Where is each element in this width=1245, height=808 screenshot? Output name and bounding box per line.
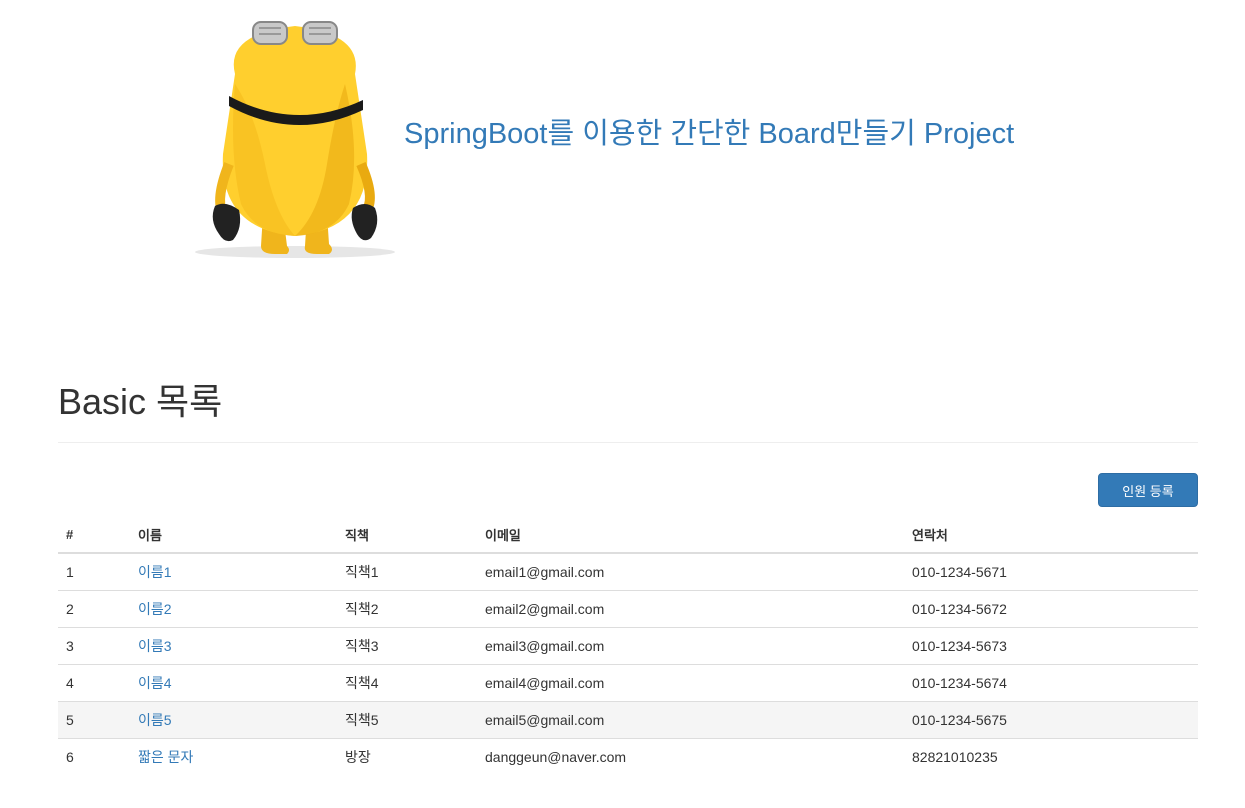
site-header: SpringBoot를 이용한 간단한 Board만들기 Project bbox=[195, 14, 1095, 259]
table-row: 1 이름1 직책1 email1@gmail.com 010-1234-5671 bbox=[58, 552, 1198, 591]
cell-position: 직책2 bbox=[337, 590, 477, 628]
cell-number: 1 bbox=[58, 552, 130, 591]
column-header-email: 이메일 bbox=[477, 516, 904, 554]
table-header-row: # 이름 직책 이메일 연락처 bbox=[58, 516, 1198, 554]
cell-position: 직책4 bbox=[337, 664, 477, 702]
member-table: # 이름 직책 이메일 연락처 1 이름1 직책1 email1@gmail.c… bbox=[58, 516, 1198, 775]
site-title: SpringBoot를 이용한 간단한 Board만들기 Project bbox=[404, 118, 1015, 150]
column-header-phone: 연락처 bbox=[904, 516, 1198, 554]
cell-phone: 010-1234-5671 bbox=[904, 552, 1198, 591]
cell-position: 직책1 bbox=[337, 552, 477, 591]
cell-position: 직책5 bbox=[337, 701, 477, 739]
cell-number: 5 bbox=[58, 701, 130, 739]
member-name-link[interactable]: 이름2 bbox=[138, 601, 172, 617]
cell-phone: 010-1234-5673 bbox=[904, 627, 1198, 665]
cell-position: 방장 bbox=[337, 738, 477, 775]
cell-email: email3@gmail.com bbox=[477, 627, 904, 665]
cell-number: 4 bbox=[58, 664, 130, 702]
register-member-button[interactable]: 인원 등록 bbox=[1098, 473, 1198, 507]
table-row: 6 짧은 문자 방장 danggeun@naver.com 8282101023… bbox=[58, 738, 1198, 775]
cell-email: email4@gmail.com bbox=[477, 664, 904, 702]
member-name-link[interactable]: 이름1 bbox=[138, 564, 172, 580]
cell-phone: 010-1234-5675 bbox=[904, 701, 1198, 739]
page-title: Basic 목록 bbox=[58, 381, 223, 422]
cell-email: email5@gmail.com bbox=[477, 701, 904, 739]
cell-phone: 82821010235 bbox=[904, 738, 1198, 775]
cell-number: 3 bbox=[58, 627, 130, 665]
cell-phone: 010-1234-5674 bbox=[904, 664, 1198, 702]
cell-number: 6 bbox=[58, 738, 130, 775]
table-row: 2 이름2 직책2 email2@gmail.com 010-1234-5672 bbox=[58, 590, 1198, 628]
member-name-link[interactable]: 이름3 bbox=[138, 638, 172, 654]
column-header-position: 직책 bbox=[337, 516, 477, 554]
cell-position: 직책3 bbox=[337, 627, 477, 665]
column-header-number: # bbox=[58, 516, 130, 554]
member-name-link[interactable]: 이름5 bbox=[138, 712, 172, 728]
column-header-name: 이름 bbox=[130, 516, 337, 554]
cell-email: email1@gmail.com bbox=[477, 552, 904, 591]
table-row: 3 이름3 직책3 email3@gmail.com 010-1234-5673 bbox=[58, 627, 1198, 665]
table-row: 4 이름4 직책4 email4@gmail.com 010-1234-5674 bbox=[58, 664, 1198, 702]
member-name-link[interactable]: 이름4 bbox=[138, 675, 172, 691]
minion-mascot-image bbox=[195, 21, 395, 258]
table-row: 5 이름5 직책5 email5@gmail.com 010-1234-5675 bbox=[58, 701, 1198, 739]
member-name-link[interactable]: 짧은 문자 bbox=[138, 749, 193, 765]
cell-phone: 010-1234-5672 bbox=[904, 590, 1198, 628]
cell-email: danggeun@naver.com bbox=[477, 738, 904, 775]
cell-number: 2 bbox=[58, 590, 130, 628]
cell-email: email2@gmail.com bbox=[477, 590, 904, 628]
page-header: Basic 목록 bbox=[58, 378, 1198, 443]
